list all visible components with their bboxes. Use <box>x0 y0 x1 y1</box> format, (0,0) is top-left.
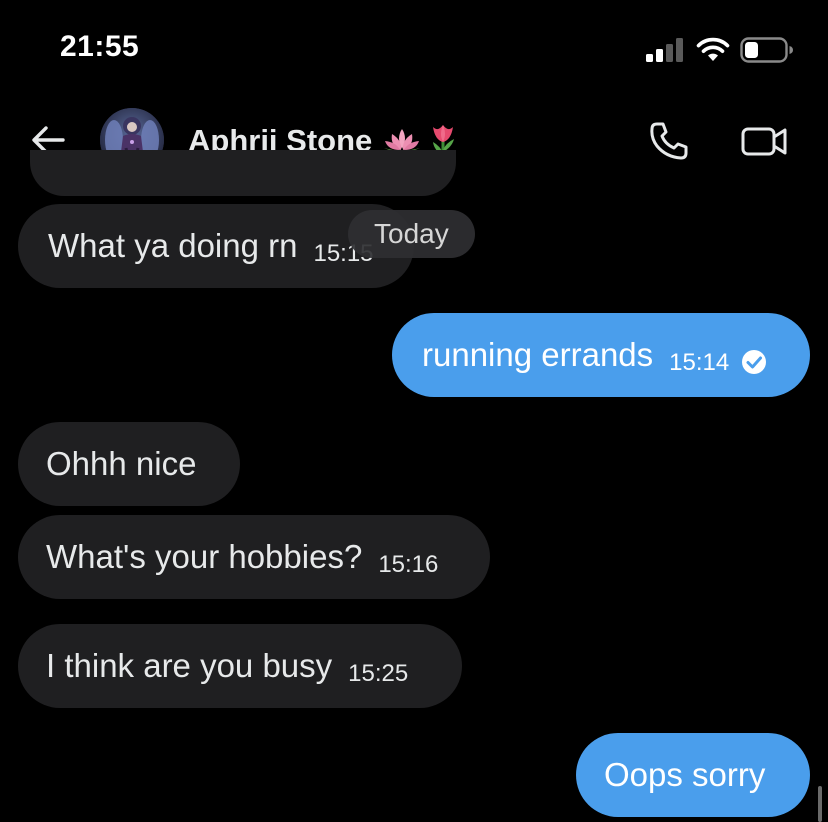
message-bubble-outgoing[interactable]: running errands 15:14 <box>392 313 810 397</box>
message-text: What's your hobbies? <box>46 538 363 575</box>
wifi-icon <box>696 37 730 61</box>
date-separator: Today <box>348 210 475 258</box>
message-text: Ohhh nice <box>46 445 197 482</box>
phone-icon <box>650 122 688 160</box>
message-time: 15:25 <box>348 660 409 687</box>
signal-icon <box>646 38 683 62</box>
video-call-button[interactable] <box>740 120 790 162</box>
message-bubble-outgoing[interactable]: Oops sorry <box>576 733 810 817</box>
message-bubble-incoming[interactable]: Ohhh nice <box>18 422 240 506</box>
status-time: 21:55 <box>60 30 140 63</box>
video-camera-icon <box>741 127 787 156</box>
voice-call-button[interactable] <box>648 120 690 162</box>
scroll-indicator[interactable] <box>818 786 822 822</box>
message-text: What ya doing rn <box>48 227 298 264</box>
clipped-message-bubble <box>30 150 456 196</box>
message-time: 15:16 <box>378 551 439 578</box>
status-icons <box>646 36 794 64</box>
message-bubble-incoming[interactable]: I think are you busy 15:25 <box>18 624 462 708</box>
message-text: I think are you busy <box>46 647 333 684</box>
message-text: Oops sorry <box>604 756 766 793</box>
check-circle-icon <box>742 350 767 374</box>
message-text: running errands <box>422 336 654 373</box>
message-bubble-incoming[interactable]: What's your hobbies? 15:16 <box>18 515 490 599</box>
message-time: 15:14 <box>669 349 730 376</box>
battery-icon <box>740 37 793 63</box>
